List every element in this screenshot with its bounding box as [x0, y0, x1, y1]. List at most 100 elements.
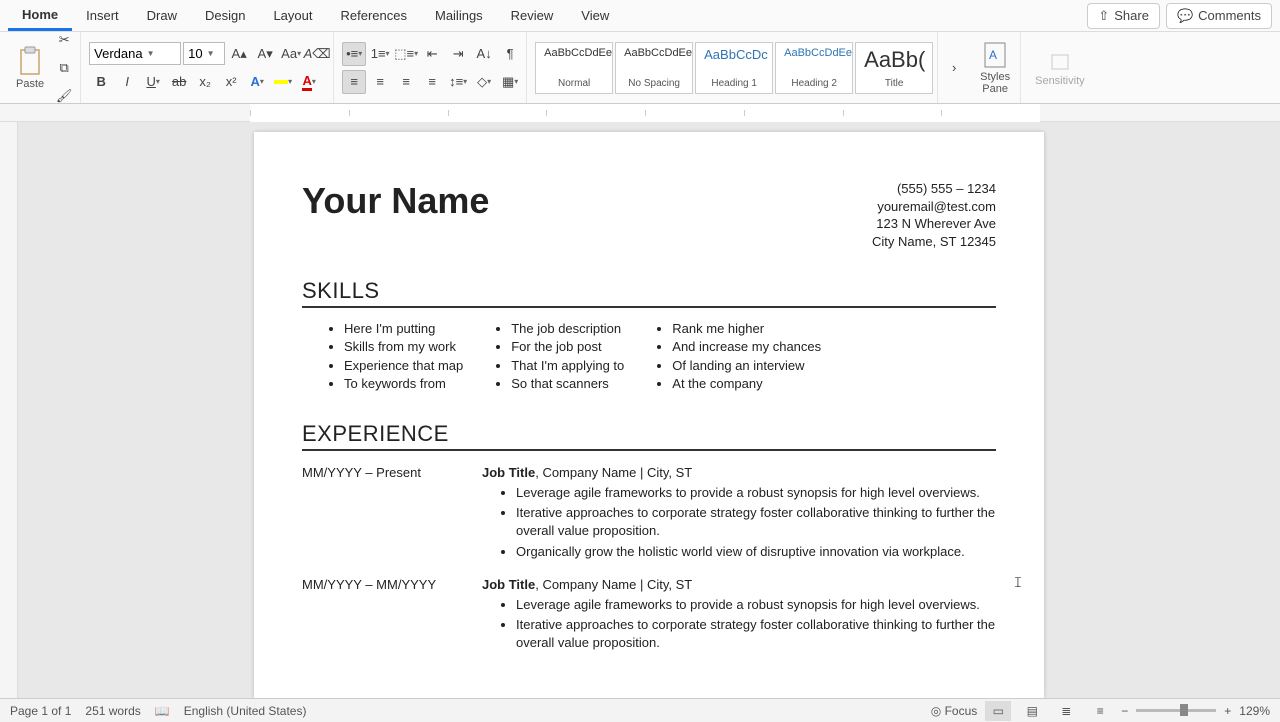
- vertical-ruler[interactable]: [0, 122, 18, 698]
- zoom-level[interactable]: 129%: [1239, 704, 1270, 718]
- inc-indent-button[interactable]: ⇥: [446, 42, 470, 66]
- styles-pane-icon: A: [983, 41, 1007, 69]
- sort-button[interactable]: A↓: [472, 42, 496, 66]
- style-title[interactable]: AaBb(Title: [855, 42, 933, 94]
- sensitivity-icon: [1048, 49, 1072, 73]
- sensitivity-button[interactable]: Sensitivity: [1029, 49, 1091, 87]
- comment-icon: 💬: [1177, 8, 1193, 24]
- list-item: So that scanners: [511, 375, 624, 393]
- ribbon: Paste ✂ ⧉ 🖌 Verdana▼ 10▼ A▴ A▾ Aa▾ A⌫ B …: [0, 32, 1280, 104]
- document-canvas: Your Name (555) 555 – 1234youremail@test…: [0, 122, 1280, 698]
- share-button[interactable]: ⇧Share: [1087, 3, 1160, 29]
- style-heading-1[interactable]: AaBbCcDcHeading 1: [695, 42, 773, 94]
- line-spacing-button[interactable]: ↕≡▾: [446, 70, 470, 94]
- date-range: MM/YYYY – MM/YYYY: [302, 577, 452, 655]
- tab-review[interactable]: Review: [497, 2, 568, 29]
- list-item: That I'm applying to: [511, 357, 624, 375]
- copy-button[interactable]: ⧉: [52, 56, 76, 80]
- shading-button[interactable]: ◇▾: [472, 70, 496, 94]
- share-icon: ⇧: [1098, 8, 1109, 24]
- experience-entry: MM/YYYY – PresentJob Title, Company Name…: [302, 465, 996, 563]
- shrink-font-button[interactable]: A▾: [253, 42, 277, 66]
- chevron-down-icon: ▼: [147, 49, 155, 58]
- style-no-spacing[interactable]: AaBbCcDdEeNo Spacing: [615, 42, 693, 94]
- cut-button[interactable]: ✂: [52, 28, 76, 52]
- list-item: Experience that map: [344, 357, 463, 375]
- highlight-button[interactable]: ▾: [271, 70, 295, 94]
- align-left-button[interactable]: ≡: [342, 70, 366, 94]
- clipboard-icon: [17, 46, 43, 76]
- styles-more-button[interactable]: ›: [942, 56, 966, 80]
- tab-insert[interactable]: Insert: [72, 2, 133, 29]
- zoom-out-button[interactable]: −: [1121, 704, 1128, 718]
- chevron-down-icon: ▼: [207, 49, 215, 58]
- tab-references[interactable]: References: [327, 2, 421, 29]
- font-size-select[interactable]: 10▼: [183, 42, 225, 65]
- outline-view[interactable]: ≣: [1053, 701, 1079, 721]
- word-count[interactable]: 251 words: [85, 704, 140, 718]
- paragraph-marks-button[interactable]: ¶: [498, 42, 522, 66]
- tab-view[interactable]: View: [567, 2, 623, 29]
- clear-format-button[interactable]: A⌫: [305, 42, 329, 66]
- page[interactable]: Your Name (555) 555 – 1234youremail@test…: [254, 132, 1044, 698]
- page-indicator[interactable]: Page 1 of 1: [10, 704, 71, 718]
- tab-home[interactable]: Home: [8, 1, 72, 31]
- language-indicator[interactable]: English (United States): [184, 704, 307, 718]
- spellcheck-icon[interactable]: 📖: [155, 704, 170, 718]
- section-skills: SKILLS: [302, 278, 996, 308]
- align-right-button[interactable]: ≡: [394, 70, 418, 94]
- multilevel-button[interactable]: ⬚≡▾: [394, 42, 418, 66]
- underline-button[interactable]: U▾: [141, 70, 165, 94]
- list-item: Of landing an interview: [672, 357, 821, 375]
- list-item: Skills from my work: [344, 338, 463, 356]
- style-heading-2[interactable]: AaBbCcDdEeHeading 2: [775, 42, 853, 94]
- bullets-button[interactable]: •≡▾: [342, 42, 366, 66]
- list-item: And increase my chances: [672, 338, 821, 356]
- zoom-in-button[interactable]: +: [1224, 704, 1231, 718]
- section-experience: EXPERIENCE: [302, 421, 996, 451]
- skills-columns: Here I'm puttingSkills from my workExper…: [302, 320, 996, 393]
- zoom-slider[interactable]: [1136, 709, 1216, 712]
- tab-layout[interactable]: Layout: [259, 2, 326, 29]
- horizontal-ruler[interactable]: [0, 104, 1280, 122]
- dec-indent-button[interactable]: ⇤: [420, 42, 444, 66]
- text-effects-button[interactable]: A▾: [245, 70, 269, 94]
- strike-button[interactable]: ab: [167, 70, 191, 94]
- tab-design[interactable]: Design: [191, 2, 259, 29]
- draft-view[interactable]: ≡: [1087, 701, 1113, 721]
- bold-button[interactable]: B: [89, 70, 113, 94]
- focus-mode-button[interactable]: ◎ Focus: [931, 704, 978, 718]
- list-item: Iterative approaches to corporate strate…: [516, 504, 996, 540]
- subscript-button[interactable]: x₂: [193, 70, 217, 94]
- styles-pane-button[interactable]: A Styles Pane: [974, 41, 1016, 95]
- web-layout-view[interactable]: ▤: [1019, 701, 1045, 721]
- list-item: Here I'm putting: [344, 320, 463, 338]
- status-bar: Page 1 of 1 251 words 📖 English (United …: [0, 698, 1280, 722]
- font-color-button[interactable]: A▾: [297, 70, 321, 94]
- grow-font-button[interactable]: A▴: [227, 42, 251, 66]
- list-item: To keywords from: [344, 375, 463, 393]
- comments-button[interactable]: 💬Comments: [1166, 3, 1272, 29]
- change-case-button[interactable]: Aa▾: [279, 42, 303, 66]
- resume-name: Your Name: [302, 180, 489, 222]
- print-layout-view[interactable]: ▭: [985, 701, 1011, 721]
- paste-button[interactable]: Paste: [10, 46, 50, 90]
- text-cursor: 𝙸: [1013, 574, 1014, 590]
- font-name-select[interactable]: Verdana▼: [89, 42, 181, 65]
- list-item: At the company: [672, 375, 821, 393]
- tab-draw[interactable]: Draw: [133, 2, 191, 29]
- align-center-button[interactable]: ≡: [368, 70, 392, 94]
- experience-entry: MM/YYYY – MM/YYYYJob Title, Company Name…: [302, 577, 996, 655]
- list-item: For the job post: [511, 338, 624, 356]
- list-item: Leverage agile frameworks to provide a r…: [516, 484, 996, 502]
- borders-button[interactable]: ▦▾: [498, 70, 522, 94]
- superscript-button[interactable]: x²: [219, 70, 243, 94]
- tab-mailings[interactable]: Mailings: [421, 2, 497, 29]
- justify-button[interactable]: ≡: [420, 70, 444, 94]
- styles-gallery: AaBbCcDdEeNormalAaBbCcDdEeNo SpacingAaBb…: [531, 32, 938, 103]
- numbering-button[interactable]: 1≡▾: [368, 42, 392, 66]
- style-normal[interactable]: AaBbCcDdEeNormal: [535, 42, 613, 94]
- italic-button[interactable]: I: [115, 70, 139, 94]
- menu-tabs: Home Insert Draw Design Layout Reference…: [0, 0, 1280, 32]
- list-item: The job description: [511, 320, 624, 338]
